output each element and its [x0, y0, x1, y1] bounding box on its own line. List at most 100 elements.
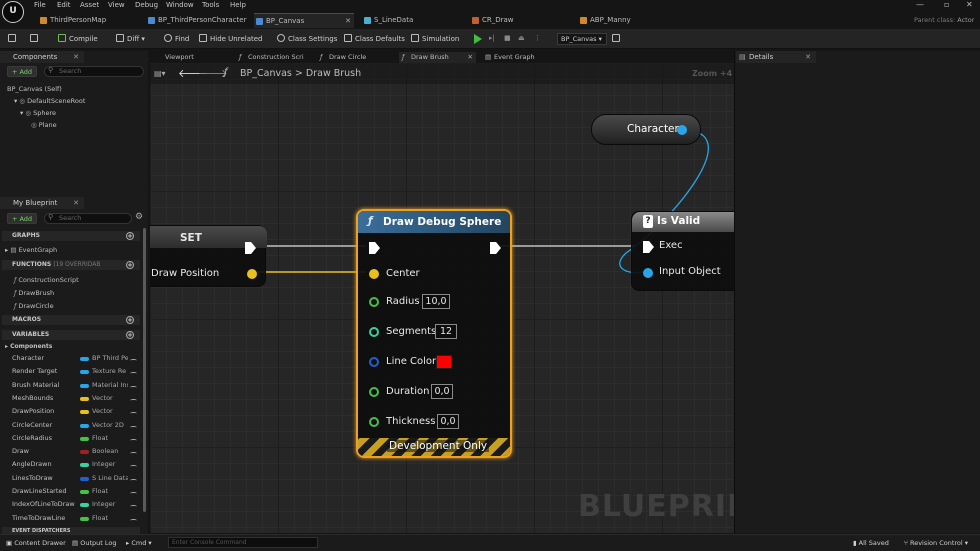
function-item-drawbrush[interactable]: ƒ DrawBrush: [14, 289, 54, 297]
visibility-eye-icon[interactable]: [130, 425, 137, 429]
hide-unrelated-button[interactable]: Hide Unrelated: [199, 34, 263, 43]
variable-row[interactable]: MeshBounds Vector: [0, 394, 142, 406]
visibility-eye-icon[interactable]: [130, 372, 137, 375]
simulation-button[interactable]: Simulation: [411, 34, 459, 43]
close-panel-icon[interactable]: ✕: [73, 51, 79, 63]
variable-row[interactable]: Render Target Texture Re: [0, 367, 142, 379]
menu-debug[interactable]: Debug: [135, 1, 158, 9]
exec-in-pin[interactable]: [369, 242, 380, 254]
tab-construction-script[interactable]: ƒ Construction Scri: [236, 52, 306, 63]
find-button[interactable]: Find: [164, 34, 189, 43]
class-defaults-button[interactable]: Class Defaults: [344, 34, 405, 43]
macros-section-header[interactable]: MACROS +: [2, 315, 140, 325]
variable-row[interactable]: LinesToDraw S Line Data: [0, 474, 142, 486]
step-icon[interactable]: ▸|: [489, 34, 495, 42]
is-valid-node[interactable]: ? Is Valid Exec Input Object: [631, 211, 734, 291]
duration-pin[interactable]: [369, 387, 379, 397]
duration-value-input[interactable]: 0,0: [431, 384, 453, 399]
revision-control-button[interactable]: ⑂ Revision Control ▾: [904, 539, 968, 547]
visibility-eye-icon[interactable]: [130, 492, 137, 495]
variables-category-components[interactable]: ▸ Components: [5, 343, 52, 350]
close-panel-icon[interactable]: ✕: [73, 197, 79, 209]
diff-button[interactable]: Diff ▾: [116, 34, 145, 43]
visibility-eye-icon[interactable]: [130, 505, 137, 508]
variable-row[interactable]: IndexOfLineToDraw Integer: [0, 500, 142, 512]
character-out-pin[interactable]: [677, 125, 687, 135]
debug-object-select[interactable]: BP_Canvas ▾: [557, 33, 607, 45]
breadcrumb-graph[interactable]: Draw Brush: [306, 68, 361, 79]
breadcrumb-blueprint[interactable]: BP_Canvas: [240, 68, 292, 79]
thickness-value-input[interactable]: 0,0: [437, 414, 459, 429]
tab-s-linedata[interactable]: S_LineData: [362, 13, 462, 28]
debug-target-icon[interactable]: [612, 34, 623, 43]
menu-asset[interactable]: Asset: [80, 1, 99, 9]
close-tab-icon[interactable]: ✕: [468, 52, 473, 63]
tab-bp-canvas[interactable]: BP_Canvas ✕: [254, 13, 354, 28]
unreal-logo-icon[interactable]: U: [2, 1, 24, 23]
variables-section-header[interactable]: VARIABLES +: [2, 330, 140, 340]
close-panel-icon[interactable]: ✕: [805, 51, 811, 63]
visibility-eye-icon[interactable]: [130, 518, 137, 522]
visibility-eye-icon[interactable]: [130, 465, 137, 468]
thickness-pin[interactable]: [369, 417, 379, 427]
blueprint-search-input[interactable]: Search: [44, 213, 132, 224]
menu-tools[interactable]: Tools: [202, 1, 219, 9]
tab-abp-manny[interactable]: ABP_Manny: [578, 13, 678, 28]
set-node[interactable]: SET Draw Position: [150, 225, 267, 287]
visibility-eye-icon[interactable]: [130, 452, 137, 455]
radius-pin[interactable]: [369, 297, 379, 307]
graph-item-eventgraph[interactable]: ▸ ▤ EventGraph: [5, 246, 57, 254]
variable-row[interactable]: DrawLineStarted Float: [0, 487, 142, 499]
function-item-drawcircle[interactable]: ƒ DrawCircle: [14, 302, 54, 310]
minimize-icon[interactable]: —: [916, 0, 924, 9]
visibility-eye-icon[interactable]: [130, 359, 137, 362]
line-color-pin[interactable]: [369, 357, 379, 367]
menu-edit[interactable]: Edit: [57, 1, 71, 9]
visibility-eye-icon[interactable]: [130, 412, 137, 415]
segments-value-input[interactable]: 12: [435, 324, 457, 339]
line-color-swatch[interactable]: [436, 355, 452, 369]
add-graph-icon[interactable]: +: [126, 232, 134, 240]
eject-icon[interactable]: ⏏: [518, 34, 525, 42]
close-tab-icon[interactable]: ✕: [345, 14, 351, 29]
menu-help[interactable]: Help: [230, 1, 246, 9]
tab-viewport[interactable]: Viewport: [153, 52, 223, 63]
play-icon[interactable]: [474, 34, 482, 44]
add-function-icon[interactable]: +: [126, 261, 134, 269]
function-item-constructionscript[interactable]: ƒ ConstructionScript: [14, 276, 79, 284]
all-saved-indicator[interactable]: ▮ All Saved: [853, 539, 889, 547]
browse-icon[interactable]: [30, 34, 41, 43]
character-variable-node[interactable]: Character: [591, 114, 701, 145]
add-component-button[interactable]: + Add: [7, 66, 37, 77]
input-object-pin[interactable]: [643, 268, 653, 278]
variable-row[interactable]: Brush Material Material Ins: [0, 381, 142, 393]
visibility-eye-icon[interactable]: [130, 385, 137, 389]
visibility-eye-icon[interactable]: [130, 478, 137, 482]
blueprint-graph-canvas[interactable]: BLUEPRINT SET Draw Position ƒ Draw Debug…: [150, 63, 734, 533]
exec-out-pin[interactable]: [490, 242, 501, 254]
close-window-icon[interactable]: ✕: [966, 0, 973, 9]
event-dispatchers-section-header[interactable]: EVENT DISPATCHERS: [2, 527, 140, 534]
add-macro-icon[interactable]: +: [126, 316, 134, 324]
menu-view[interactable]: View: [108, 1, 125, 9]
tree-item-plane[interactable]: ◎ Plane: [31, 121, 57, 129]
tree-item-defaultsceneroot[interactable]: ▾ ◎ DefaultSceneRoot: [14, 97, 85, 105]
visibility-eye-icon[interactable]: [130, 438, 137, 442]
details-tab[interactable]: ▤ Details ✕: [736, 51, 816, 63]
center-pin[interactable]: [369, 269, 379, 279]
tab-cr-draw[interactable]: CR_Draw: [470, 13, 570, 28]
menu-window[interactable]: Window: [166, 1, 194, 9]
components-search-input[interactable]: Search: [44, 66, 144, 77]
tree-item-bp-canvas-self[interactable]: BP_Canvas (Self): [7, 85, 62, 93]
more-options-icon[interactable]: ⋮: [534, 34, 541, 42]
segments-pin[interactable]: [369, 327, 379, 337]
components-tab[interactable]: Components ✕: [0, 51, 84, 63]
my-blueprint-tab[interactable]: My Blueprint ✕: [0, 197, 84, 209]
parent-class-value[interactable]: Actor: [957, 16, 974, 24]
stop-icon[interactable]: ■: [504, 34, 511, 42]
variable-row[interactable]: Character BP Third Pe: [0, 354, 142, 366]
content-drawer-button[interactable]: ▣ Content Drawer: [6, 539, 66, 547]
my-blueprint-scrollbar[interactable]: [143, 228, 146, 512]
functions-section-header[interactable]: FUNCTIONS (19 OVERRIDAB +: [2, 260, 140, 270]
tree-item-sphere[interactable]: ▾ ◎ Sphere: [20, 109, 56, 117]
